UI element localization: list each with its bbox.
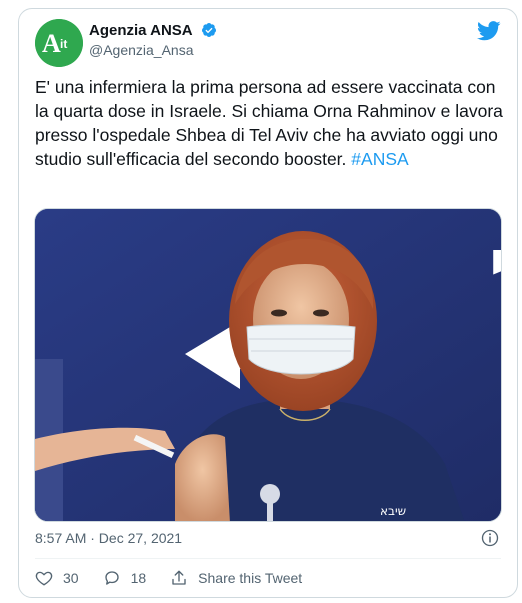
divider [35,558,501,559]
nurse-vaccination-photo: קורונה רביעי [35,209,502,521]
tweet-body: E' una infermiera la prima persona ad es… [35,77,503,169]
tweet-photo[interactable]: קורונה רביעי [34,208,502,522]
twitter-bird-icon[interactable] [477,21,501,41]
author-handle[interactable]: @Agenzia_Ansa [89,42,194,58]
svg-text:it: it [60,37,67,51]
author-display-name[interactable]: Agenzia ANSA [89,22,193,39]
verified-badge-icon [201,23,216,37]
banner-hebrew-text: קורונה רביעי [489,227,502,301]
like-button[interactable]: 30 [35,569,79,587]
share-icon [172,570,186,585]
share-button[interactable]: Share this Tweet [170,569,302,587]
tweet-actions: 30 18 Share this Tweet [35,565,326,591]
tweet-timestamp[interactable]: 8:57 AM · Dec 27, 2021 [35,530,182,546]
svg-text:A: A [42,29,61,58]
tweet-text: E' una infermiera la prima persona ad es… [35,75,503,171]
heart-icon [35,571,53,586]
reply-button[interactable]: 18 [103,569,147,587]
avatar[interactable]: A it [35,19,83,67]
tweet-card[interactable]: A it Agenzia ANSA @Agenzia_Ansa E' una i… [18,8,518,598]
reply-bubble-icon [104,571,119,585]
info-icon[interactable] [481,529,499,547]
share-label: Share this Tweet [198,570,303,586]
ansa-logo: A it [35,19,83,67]
hashtag-link[interactable]: #ANSA [351,149,408,169]
like-count: 30 [63,570,79,586]
reply-count: 18 [130,570,147,586]
scrubs-logo-text: שיבא [380,504,406,518]
